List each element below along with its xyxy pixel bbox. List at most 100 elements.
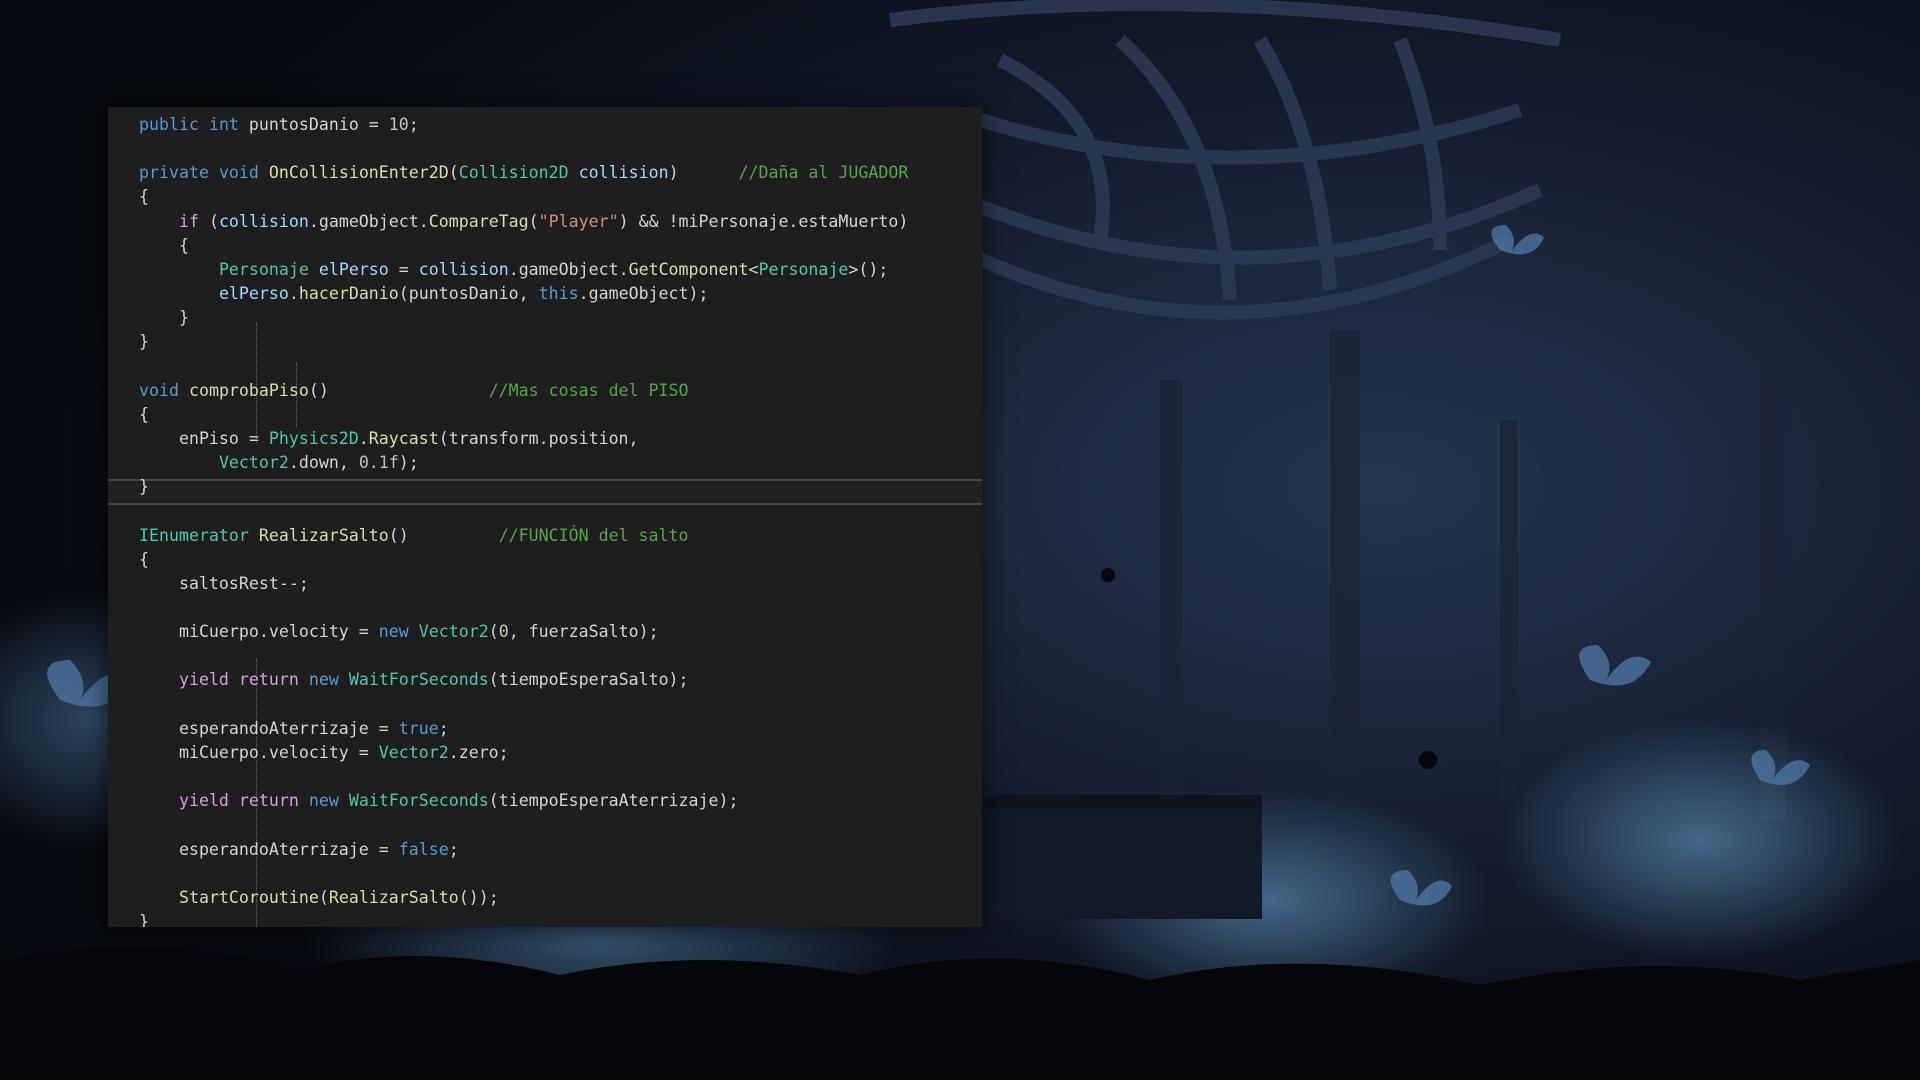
code-token: ( [488,622,499,642]
code-token: ()); [458,887,499,907]
code-line: private void OnCollisionEnter2D(Collisio… [108,161,982,185]
code-token: StartCoroutine [178,887,319,907]
code-token: return [238,670,299,690]
code-token: public [139,115,199,134]
code-token: Collision2D [458,163,569,183]
code-line: } [108,330,982,354]
code-token: IEnumerator [139,525,249,545]
code-token: (tiempoEsperaSalto); [488,670,689,690]
code-token: (puntosDanio, [398,284,539,304]
code-text: public int puntosDanio = 10; private void… [108,107,982,927]
code-line: StartCoroutine(RealizarSalto()); [108,886,982,910]
code-token: OnCollisionEnter2D [268,163,449,183]
code-line: IEnumerator RealizarSalto() //FUNCIÓN de… [108,524,982,548]
code-line: if (collision.gameObject.CompareTag("Pla… [108,210,982,234]
code-line: esperandoAterrizaje = false; [108,838,982,862]
code-token: void [218,163,259,183]
code-token: "Player" [538,211,619,231]
code-token: ( [198,211,219,231]
code-token: esperandoAterrizaje = [139,839,399,859]
code-token: saltosRest--; [139,573,309,593]
code-token: esperandoAterrizaje = [139,718,399,738]
code-token: . [288,284,299,304]
code-line: } [108,306,982,330]
code-line: esperandoAterrizaje = true; [108,717,982,741]
code-token: RealizarSalto [258,525,389,545]
code-token: 0 [498,622,509,642]
code-token: . [358,428,369,448]
code-token: //Mas cosas del PISO [488,380,689,400]
code-line: miCuerpo.velocity = new Vector2(0, fuerz… [108,620,982,644]
code-line: { [108,185,982,209]
code-token: ( [318,887,329,907]
code-token: hacerDanio [298,284,399,304]
code-token: false [398,839,449,859]
code-token: //Daña al JUGADOR [738,163,909,183]
code-token: int [208,115,239,134]
foreground-silhouette [0,947,1920,1080]
code-line: public int puntosDanio = 10; [108,113,982,137]
code-token: (transform.position, [438,428,639,448]
code-token: comprobaPiso [188,380,309,400]
code-token: ( [448,163,459,183]
code-token: new [378,622,409,642]
code-token: ) [668,163,739,183]
code-line: Vector2.down, 0.1f); [108,451,982,475]
code-line: { [108,548,982,572]
code-line: elPerso.hacerDanio(puntosDanio, this.gam… [108,282,982,306]
code-token: void [139,380,179,400]
code-token: { [139,235,189,255]
code-token: if [178,211,199,231]
code-token: () [388,525,499,545]
code-token: enPiso = [139,428,269,448]
code-token: } [139,308,189,328]
code-token: .gameObject); [578,284,709,304]
code-token: < [748,259,759,279]
code-line: } [108,910,982,927]
code-token: ; [448,839,459,859]
code-token: 0.1f [358,453,399,473]
code-token: new [308,670,339,690]
code-token: elPerso [218,284,289,304]
code-token: ; [408,115,419,134]
code-token: } [139,477,149,497]
code-token: new [308,791,339,811]
code-token: ); [398,453,419,473]
code-token: , fuerzaSalto); [508,622,659,642]
code-line: Personaje elPerso = collision.gameObject… [108,258,982,282]
code-token: Vector2 [378,742,449,762]
code-token: //FUNCIÓN del salto [498,525,689,545]
code-token: collision [218,211,309,231]
code-line: { [108,234,982,258]
code-token: GetComponent [628,259,749,279]
code-line: void comprobaPiso() //Mas cosas del PISO [108,379,982,403]
code-token: .gameObject. [308,211,429,231]
code-token: miCuerpo.velocity = [139,622,379,642]
code-token: Personaje [758,259,849,279]
code-token: yield [178,791,229,811]
code-token: private [139,163,209,183]
